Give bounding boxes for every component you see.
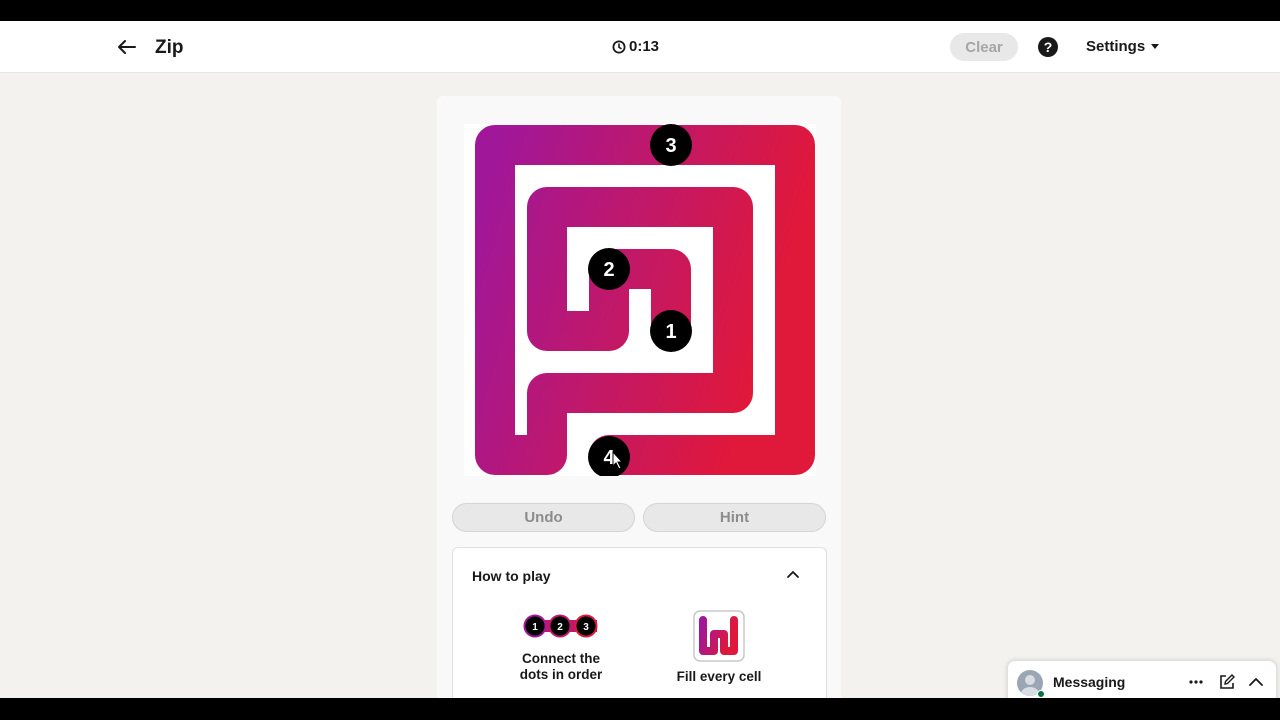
how-to-play-title: How to play bbox=[472, 568, 551, 584]
help-icon[interactable]: ? bbox=[1038, 37, 1058, 57]
settings-menu[interactable]: Settings bbox=[1086, 38, 1160, 55]
board-background bbox=[464, 124, 816, 476]
puzzle-board[interactable]: 1 2 3 4 bbox=[464, 124, 816, 476]
caret-down-icon bbox=[1151, 44, 1160, 49]
fill-cells-illustration bbox=[693, 610, 745, 662]
svg-text:1: 1 bbox=[665, 321, 676, 343]
how-to-play-panel: How to play 1 2 3 Connect the dots in or… bbox=[452, 547, 827, 698]
connect-dots-illustration: 1 2 3 bbox=[523, 614, 598, 638]
messaging-label: Messaging bbox=[1053, 674, 1126, 690]
top-bar: Zip 0:13 Clear ? Settings bbox=[0, 21, 1280, 73]
svg-text:2: 2 bbox=[603, 259, 614, 281]
messaging-bar[interactable]: Messaging bbox=[1007, 660, 1277, 698]
settings-label: Settings bbox=[1086, 38, 1146, 55]
game-title: Zip bbox=[155, 37, 184, 58]
clear-button[interactable]: Clear bbox=[950, 33, 1018, 61]
dot-1: 1 bbox=[650, 310, 692, 352]
chevron-up-icon[interactable] bbox=[785, 566, 801, 582]
svg-text:2: 2 bbox=[557, 622, 563, 633]
hint-button[interactable]: Hint bbox=[643, 503, 826, 532]
compose-icon[interactable] bbox=[1218, 673, 1236, 691]
svg-text:1: 1 bbox=[532, 622, 538, 633]
undo-button[interactable]: Undo bbox=[452, 503, 635, 532]
clock-icon bbox=[612, 40, 626, 53]
timer: 0:13 bbox=[612, 38, 659, 55]
tip-connect-dots: Connect the dots in order bbox=[508, 651, 614, 683]
back-arrow-icon[interactable] bbox=[114, 34, 140, 60]
tip-fill-cells: Fill every cell bbox=[676, 669, 762, 684]
svg-text:3: 3 bbox=[665, 135, 676, 157]
tip-connect-dots-line-2: dots in order bbox=[519, 667, 603, 682]
svg-text:3: 3 bbox=[583, 622, 589, 633]
more-options-icon[interactable] bbox=[1187, 673, 1205, 691]
tip-connect-dots-line-1: Connect the bbox=[521, 651, 600, 666]
online-status-dot bbox=[1037, 690, 1045, 698]
dot-3: 3 bbox=[650, 124, 692, 166]
game-viewport: Zip 0:13 Clear ? Settings 1 2 3 4 Undo H… bbox=[0, 21, 1280, 698]
timer-value: 0:13 bbox=[629, 38, 660, 55]
dot-2: 2 bbox=[588, 248, 630, 290]
chevron-up-icon[interactable] bbox=[1247, 673, 1265, 691]
